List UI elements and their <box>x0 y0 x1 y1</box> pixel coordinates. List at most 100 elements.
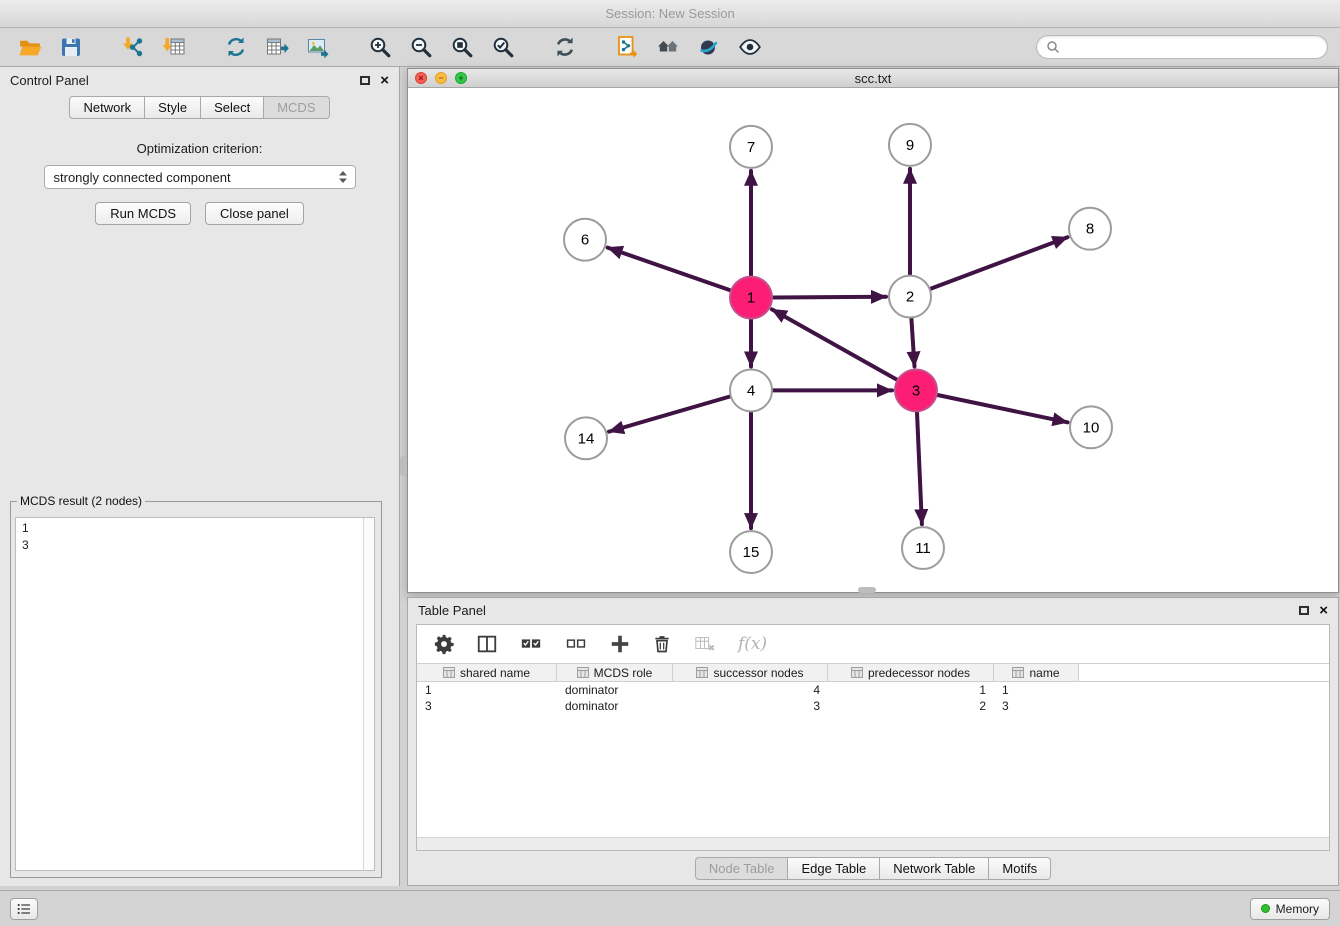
apply-function-button[interactable]: f(x) <box>738 634 767 654</box>
import-network-icon <box>121 35 145 59</box>
zoom-in-icon <box>368 35 392 59</box>
zoom-out-button[interactable] <box>403 31 439 63</box>
window-minimize-icon[interactable]: − <box>435 72 447 84</box>
plus-icon <box>609 633 631 655</box>
zoom-selected-icon <box>491 35 515 59</box>
tab-network[interactable]: Network <box>69 96 145 119</box>
column-settings-button[interactable] <box>433 633 455 655</box>
node-table-container: f(x) shared nameMCDS rolesuccessor nodes… <box>416 624 1330 851</box>
vertical-splitter-handle[interactable] <box>400 456 407 476</box>
graph-edge-4-14[interactable] <box>609 396 730 431</box>
network-canvas[interactable]: 7968124314101511 <box>408 89 1338 592</box>
close-panel-button[interactable]: Close panel <box>205 202 304 225</box>
export-table-icon <box>265 35 289 59</box>
graph-edge-2-3[interactable] <box>911 319 914 367</box>
network-document-icon <box>615 35 639 59</box>
table-panel-header: Table Panel × <box>408 598 1338 622</box>
optimization-criterion-label: Optimization criterion: <box>0 141 399 156</box>
clone-network-button[interactable] <box>218 31 254 63</box>
gear-icon <box>433 633 455 655</box>
run-mcds-button[interactable]: Run MCDS <box>95 202 191 225</box>
network-window-title: scc.txt <box>408 71 1338 86</box>
select-all-rows-button[interactable] <box>519 633 543 655</box>
delete-column-icon <box>693 633 717 655</box>
graph-edge-3-1[interactable] <box>772 309 897 379</box>
window-close-icon[interactable]: × <box>415 72 427 84</box>
show-columns-button[interactable] <box>476 633 498 655</box>
column-header-successor-nodes[interactable]: successor nodes <box>673 664 828 681</box>
search-input[interactable] <box>1065 40 1318 55</box>
delete-selected-button[interactable] <box>652 633 672 655</box>
memory-button[interactable]: Memory <box>1250 898 1330 920</box>
horizontal-splitter-handle[interactable] <box>858 587 876 593</box>
control-panel-tabs: Network Style Select MCDS <box>0 96 399 119</box>
graph-edge-3-10[interactable] <box>938 395 1068 422</box>
graph-node-label: 14 <box>578 430 595 447</box>
open-file-button[interactable] <box>12 31 48 63</box>
column-header-MCDS-role[interactable]: MCDS role <box>557 664 673 681</box>
import-network-button[interactable] <box>115 31 151 63</box>
control-panel: Control Panel × Network Style Select MCD… <box>0 67 400 886</box>
table-row[interactable]: 3dominator323 <box>417 698 1329 714</box>
mcds-result-line: 3 <box>22 537 357 554</box>
zoom-selected-button[interactable] <box>485 31 521 63</box>
status-bar: Memory <box>0 890 1340 926</box>
search-box[interactable] <box>1036 35 1328 59</box>
tab-node-table[interactable]: Node Table <box>695 857 789 880</box>
create-column-button[interactable] <box>609 633 631 655</box>
column-header-predecessor-nodes[interactable]: predecessor nodes <box>828 664 994 681</box>
graph-edge-3-11[interactable] <box>917 412 922 524</box>
show-hide-details-button[interactable] <box>732 31 768 63</box>
delete-column-button[interactable] <box>693 633 717 655</box>
tab-style[interactable]: Style <box>145 96 201 119</box>
graph-node-label: 6 <box>581 232 589 249</box>
graph-node-label: 1 <box>747 290 755 307</box>
table-panel: Table Panel × <box>407 597 1339 886</box>
table-cell: 2 <box>828 699 994 713</box>
tab-motifs[interactable]: Motifs <box>989 857 1051 880</box>
graph-edge-1-6[interactable] <box>608 248 731 291</box>
float-table-panel-icon[interactable] <box>1299 606 1309 615</box>
table-hscrollbar[interactable] <box>417 837 1329 850</box>
result-scrollbar[interactable] <box>363 518 374 870</box>
table-row[interactable]: 1dominator411 <box>417 682 1329 698</box>
save-session-button[interactable] <box>53 31 89 63</box>
column-header-name[interactable]: name <box>994 664 1079 681</box>
table-panel-title: Table Panel <box>418 603 486 618</box>
node-table-body: 1dominator4113dominator323 <box>417 682 1329 714</box>
table-cell: 1 <box>417 683 557 697</box>
task-history-button[interactable] <box>10 898 38 920</box>
tab-select[interactable]: Select <box>201 96 264 119</box>
close-table-panel-icon[interactable]: × <box>1319 603 1328 618</box>
tab-edge-table[interactable]: Edge Table <box>788 857 880 880</box>
tab-network-table[interactable]: Network Table <box>880 857 989 880</box>
criterion-dropdown[interactable]: strongly connected component <box>44 165 356 189</box>
export-table-button[interactable] <box>259 31 295 63</box>
column-header-label: predecessor nodes <box>868 666 970 680</box>
tab-mcds[interactable]: MCDS <box>264 96 329 119</box>
zoom-fit-button[interactable] <box>444 31 480 63</box>
network-window-titlebar[interactable]: × − + scc.txt <box>408 69 1338 88</box>
float-panel-icon[interactable] <box>360 76 370 85</box>
table-panel-tabs: Node Table Edge Table Network Table Moti… <box>408 857 1338 880</box>
graph-edge-2-8[interactable] <box>931 237 1068 289</box>
graph-edge-1-2[interactable] <box>773 297 886 298</box>
deselect-all-rows-button[interactable] <box>564 633 588 655</box>
homes-icon <box>655 35 681 59</box>
column-header-shared-name[interactable]: shared name <box>417 664 557 681</box>
refresh-view-button[interactable] <box>547 31 583 63</box>
mcds-result-label: MCDS result (2 nodes) <box>17 494 145 508</box>
apply-style-button[interactable] <box>691 31 727 63</box>
column-type-icon <box>577 667 589 678</box>
export-image-button[interactable] <box>300 31 336 63</box>
list-icon <box>15 901 33 917</box>
network-document-button[interactable] <box>609 31 645 63</box>
graph-svg: 7968124314101511 <box>408 89 1338 592</box>
mcds-result-area[interactable]: 13 <box>15 517 375 871</box>
trash-icon <box>652 633 672 655</box>
zoom-in-button[interactable] <box>362 31 398 63</box>
window-zoom-icon[interactable]: + <box>455 72 467 84</box>
home-layouts-button[interactable] <box>650 31 686 63</box>
close-panel-icon[interactable]: × <box>380 73 389 88</box>
import-table-button[interactable] <box>156 31 192 63</box>
